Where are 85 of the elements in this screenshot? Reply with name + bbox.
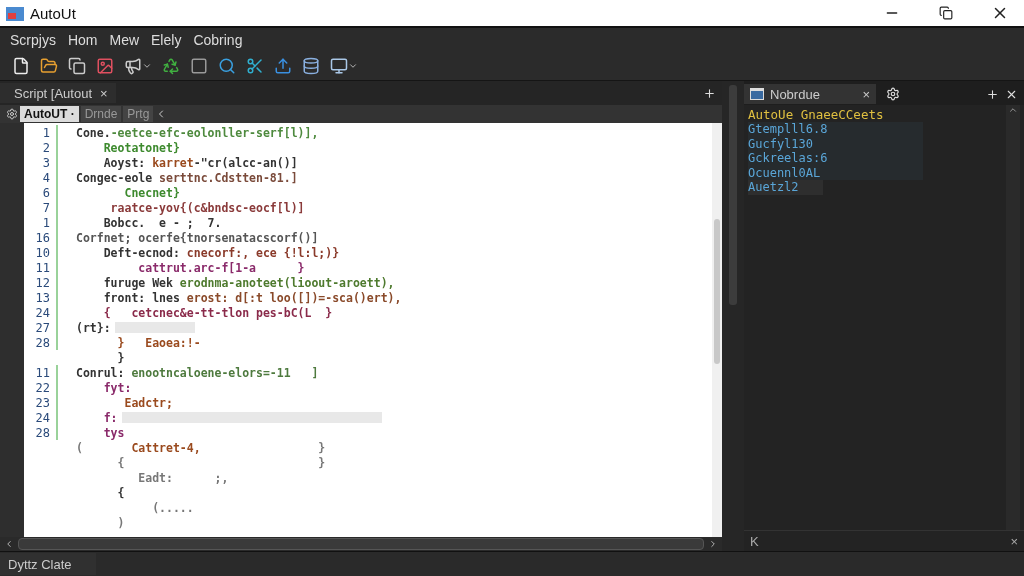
menu-item[interactable]: Elely xyxy=(145,32,188,48)
app-icon xyxy=(6,5,24,21)
code-line: Cnecnet} xyxy=(123,185,180,200)
code-line: } xyxy=(116,350,125,365)
code-line: fyt: xyxy=(102,380,132,395)
line-number: 1 xyxy=(41,215,50,230)
line-number: 27 xyxy=(34,320,50,335)
settings-icon[interactable] xyxy=(6,108,18,120)
line-number: 28 xyxy=(34,335,50,350)
toolbar-button[interactable] xyxy=(124,57,152,75)
toolbar-button[interactable] xyxy=(68,57,86,75)
toolbar-button[interactable] xyxy=(218,57,236,75)
code-line: Eadctr; xyxy=(123,395,173,410)
window-title: AutoUt xyxy=(30,4,77,22)
line-number: 6 xyxy=(41,185,50,200)
line-number: 13 xyxy=(34,290,50,305)
horizontal-scrollbar[interactable] xyxy=(0,537,722,551)
code-line: { xyxy=(116,485,125,500)
code-line: { } xyxy=(116,455,326,470)
code-line: { cetcnec&e-tt-tlon pes-bC(L } xyxy=(102,305,333,320)
toolbar-button[interactable] xyxy=(190,57,208,75)
scrollbar[interactable] xyxy=(722,81,744,551)
settings-icon[interactable] xyxy=(886,87,900,101)
line-number: 7 xyxy=(41,200,50,215)
code-line: f: xyxy=(102,410,118,425)
code-line: Eadt: ;, xyxy=(137,470,229,485)
code-line: tys xyxy=(102,425,125,440)
code-line: raatce-yov{(c&bndsc-eocf[l)] xyxy=(109,200,305,215)
editor-tab[interactable]: AutoUT · xyxy=(20,106,79,122)
line-number: 4 xyxy=(41,170,50,185)
line-number: 28 xyxy=(34,425,50,440)
list-item[interactable]: Auetzl2 xyxy=(748,180,823,195)
caret-icon[interactable] xyxy=(142,61,152,71)
toolbar-button[interactable] xyxy=(246,57,264,75)
clear-button[interactable]: × xyxy=(1010,533,1018,549)
document-tab[interactable]: Script [Autout × xyxy=(0,83,116,103)
code-line: (rt}: xyxy=(76,320,111,335)
code-line: front: lnes erost: d[:t loo([])=-sca()ert), xyxy=(102,290,402,305)
line-number: 10 xyxy=(34,245,50,260)
code-line: } Eaoea:!- xyxy=(116,335,201,350)
line-number: 11 xyxy=(34,260,50,275)
line-number: 3 xyxy=(41,155,50,170)
toolbar-button[interactable] xyxy=(330,57,358,75)
caret-icon[interactable] xyxy=(348,61,358,71)
line-number: 23 xyxy=(34,395,50,410)
scrollbar[interactable] xyxy=(1006,105,1020,530)
line-number: 24 xyxy=(34,305,50,320)
line-number: 2 xyxy=(41,140,50,155)
code-line: Aoyst: karret-"cr(alcc-an()] xyxy=(102,155,298,170)
list-header: AutoUe GnaeeCCeets xyxy=(748,107,885,122)
panel-tab[interactable]: Nobrdue × xyxy=(744,84,876,104)
status-text: Dyttz Clate xyxy=(0,553,96,575)
toolbar-button[interactable] xyxy=(12,57,30,75)
list-item[interactable]: Gckreelas:6 xyxy=(748,151,923,166)
code-line: cattrut.arc-f[1-a } xyxy=(137,260,305,275)
code-line: Conrul: enootncaloene-elors=-11 ] xyxy=(76,365,319,380)
code-line: ) xyxy=(116,515,125,530)
menu-item[interactable]: Hom xyxy=(61,32,104,48)
window-icon xyxy=(750,88,764,100)
code-line: Congec-eole serttnc.Cdstten-81.] xyxy=(76,170,298,185)
line-number: 24 xyxy=(34,410,50,425)
line-number: 16 xyxy=(34,230,50,245)
menu-item[interactable]: Mew xyxy=(103,32,146,48)
line-number: 22 xyxy=(34,380,50,395)
code-line: Reotatonet} xyxy=(102,140,180,155)
menu-item[interactable]: Cobring xyxy=(187,32,249,48)
restore-icon[interactable] xyxy=(939,6,953,20)
code-line: Cone.-eetce-efc-eolonller-serf[l)], xyxy=(76,125,319,140)
toolbar-button[interactable] xyxy=(162,57,180,75)
tab-close-button[interactable]: × xyxy=(100,85,108,101)
toolbar-button[interactable] xyxy=(302,57,320,75)
line-number: 1 xyxy=(41,125,50,140)
code-line: (..... xyxy=(151,500,194,515)
code-line: Bobcc. e - ; 7. xyxy=(102,215,222,230)
line-number: 11 xyxy=(34,365,50,380)
line-number: 12 xyxy=(34,275,50,290)
list-item[interactable]: Gtemplll6.8 xyxy=(748,122,923,137)
code-line: Corfnet; ocerfe{tnorsenatacscorf()] xyxy=(76,230,319,245)
menu-item[interactable]: Scrpjys xyxy=(4,32,62,48)
toolbar-button[interactable] xyxy=(40,57,58,75)
tab-close-button[interactable]: × xyxy=(862,86,870,102)
code-line: Deft-ecnod: cnecorf:, ece {!l:l;)} xyxy=(102,245,340,260)
scrollbar[interactable] xyxy=(712,123,722,537)
code-line: ( Cattret-4, } xyxy=(76,440,326,455)
code-line: furuge Wek erodnma-anoteet(lioout-aroett), xyxy=(102,275,395,290)
